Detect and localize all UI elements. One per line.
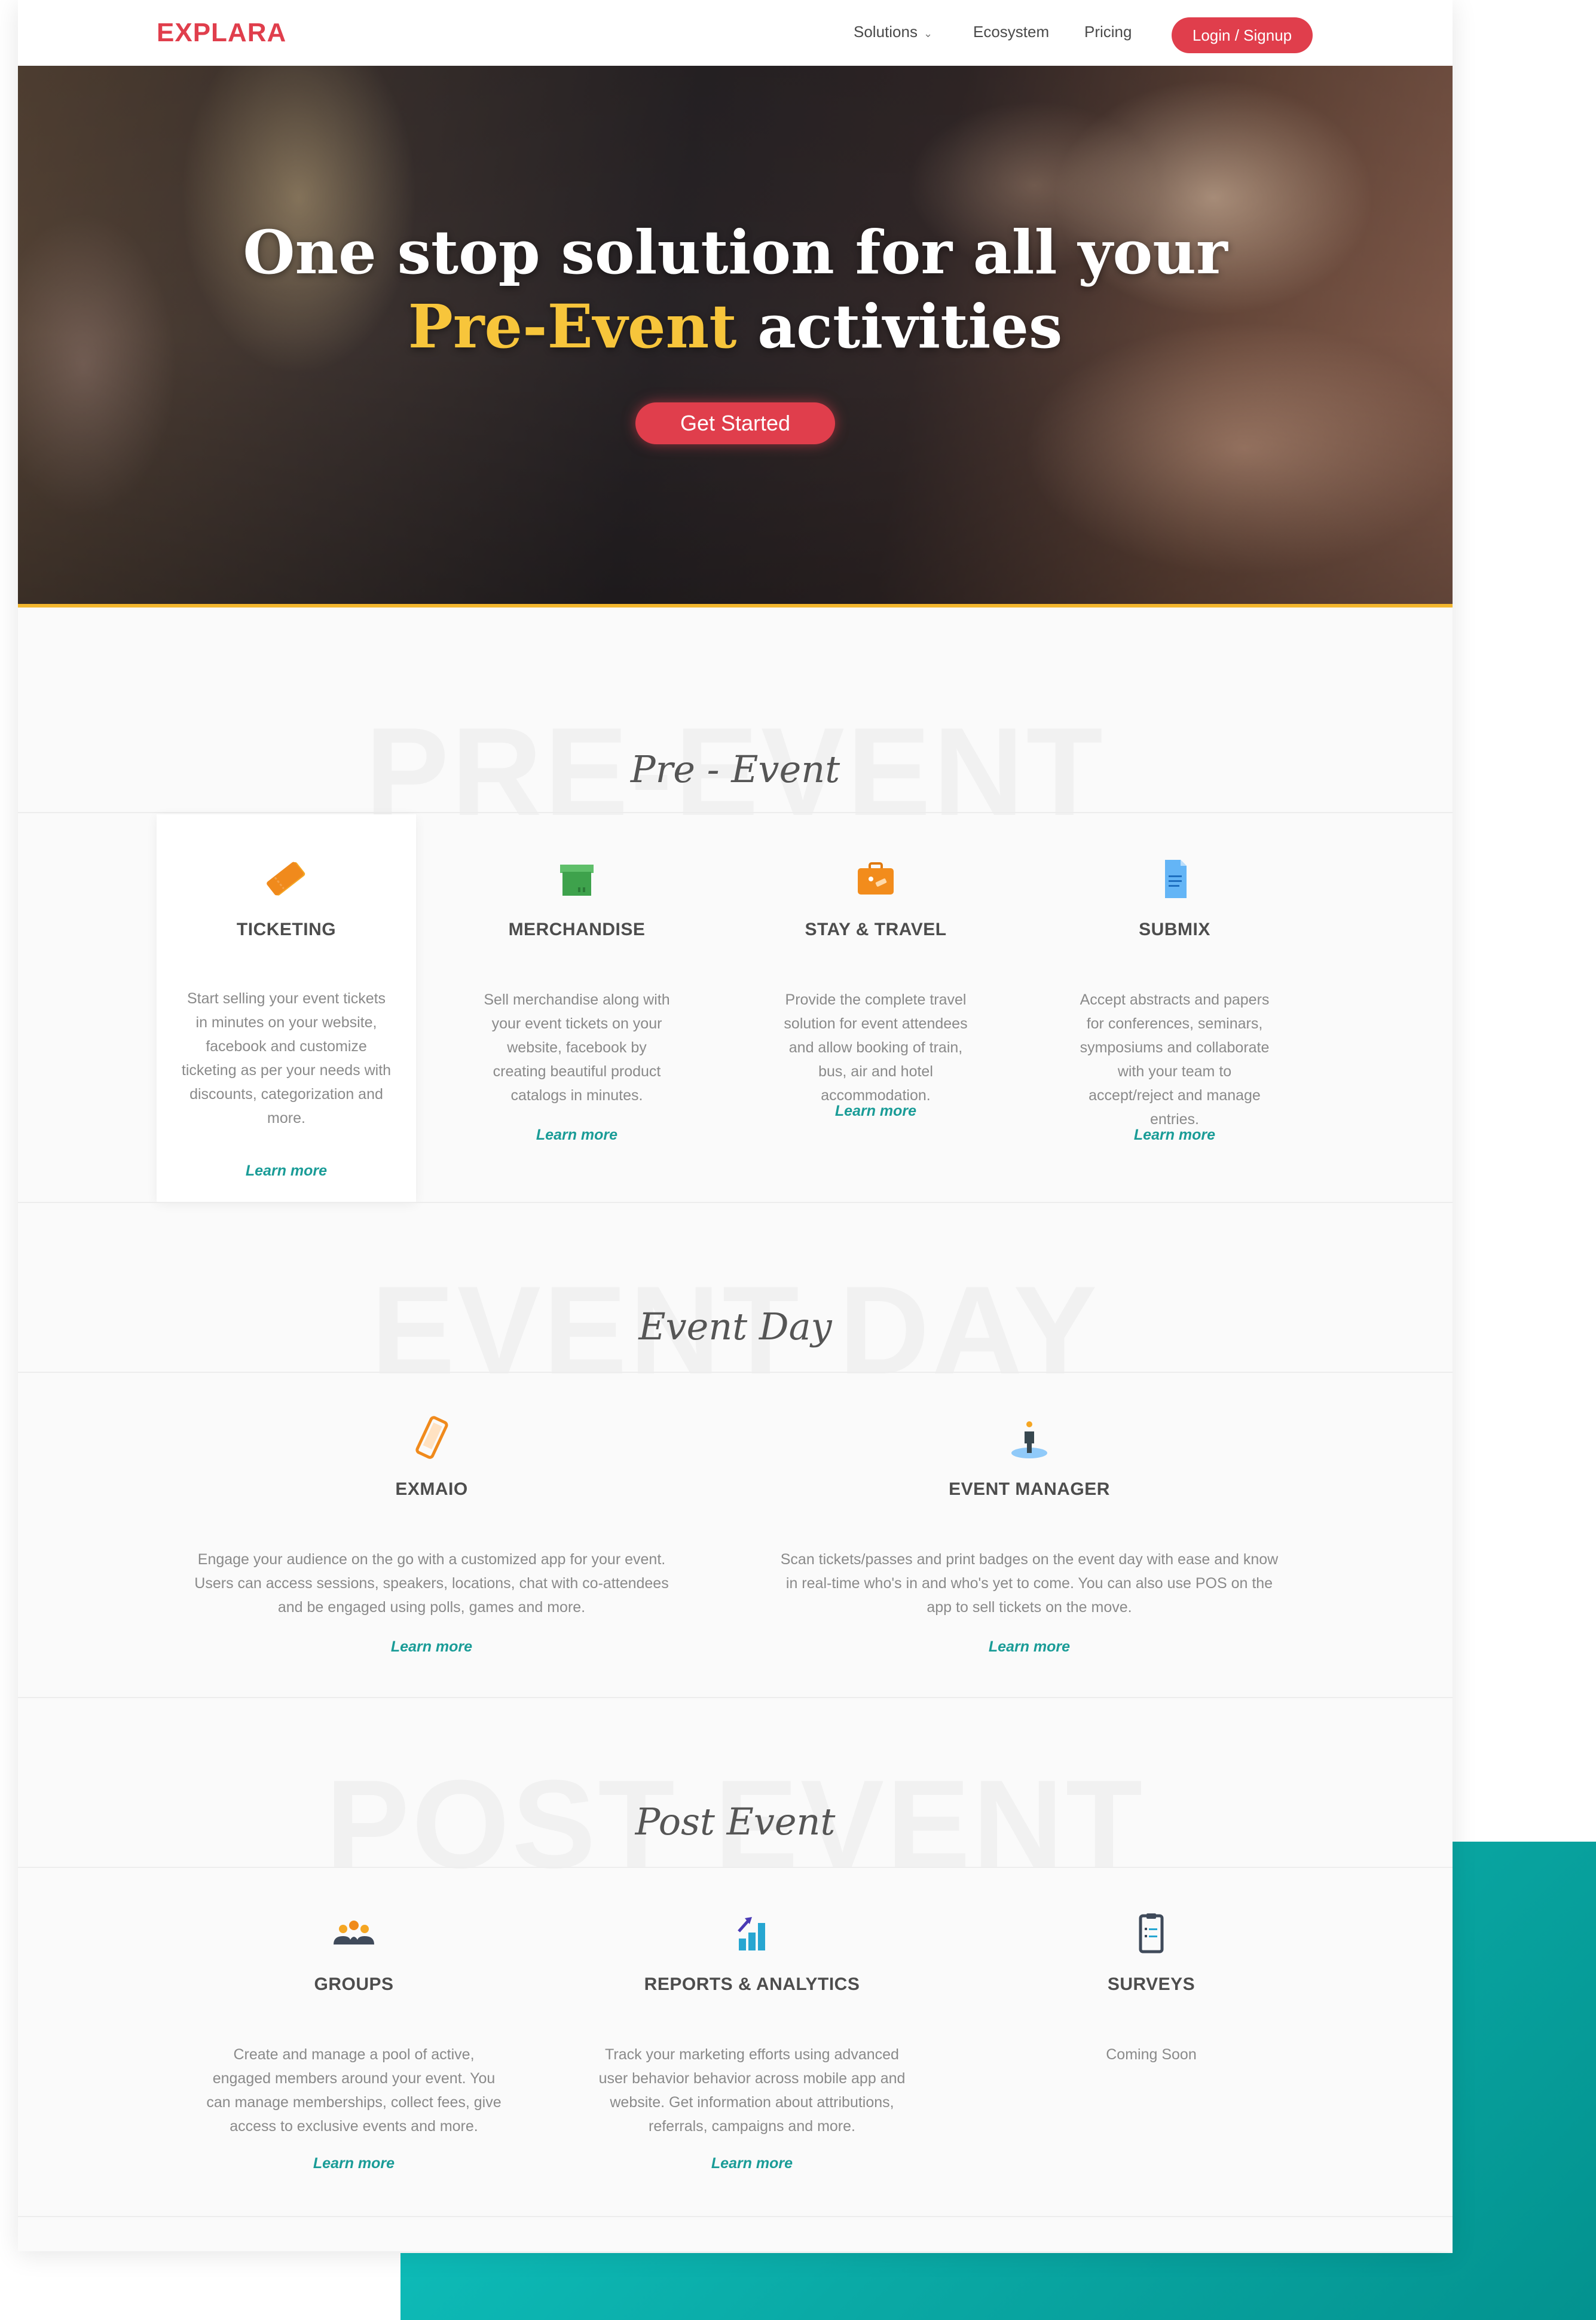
card-title: STAY & TRAVEL (805, 920, 947, 939)
divider (18, 1867, 1453, 1868)
learn-more-link[interactable]: Learn more (157, 1638, 707, 1656)
card-description: Track your marketing efforts using advan… (598, 2046, 906, 2135)
card-title: MERCHANDISE (508, 920, 646, 939)
pre-event-title: Pre - Event (630, 747, 840, 791)
divider (18, 1372, 1453, 1373)
person-icon (1011, 1421, 1047, 1458)
divider (18, 812, 1453, 813)
card-description: Engage your audience on the go with a cu… (194, 1551, 669, 1616)
event-manager-card[interactable]: EVENT MANAGER Scan tickets/passes and pr… (754, 1374, 1304, 1697)
bar-chart-icon (738, 1917, 765, 1950)
card-title: SURVEYS (1107, 1974, 1196, 1994)
divider (18, 1697, 1453, 1698)
card-title: EVENT MANAGER (949, 1479, 1110, 1499)
hero-highlight: Pre-Event (408, 291, 737, 362)
box-icon (560, 865, 594, 896)
learn-more-link[interactable]: Learn more (175, 2155, 533, 2172)
ticket-icon (267, 862, 305, 896)
post-event-title: Post Event (635, 1800, 836, 1843)
page-container: EXPLARA Solutions ⌄ Ecosystem Pricing Log… (18, 0, 1453, 2251)
learn-more-link[interactable]: Learn more (746, 1103, 1005, 1120)
card-title: EXMAIO (395, 1479, 468, 1499)
divider (18, 2216, 1453, 2217)
card-title: GROUPS (314, 1974, 394, 1994)
learn-more-link[interactable]: Learn more (447, 1127, 707, 1144)
exmaio-card[interactable]: EXMAIO Engage your audience on the go wi… (157, 1374, 707, 1697)
card-description: Sell merchandise along with your event t… (484, 991, 670, 1104)
learn-more-link[interactable]: Learn more (573, 2155, 931, 2172)
get-started-button[interactable]: Get Started (635, 402, 835, 444)
mobile-icon (415, 1416, 448, 1459)
hero-bottom-border (18, 604, 1453, 608)
groups-card[interactable]: GROUPS Create and manage a pool of activ… (175, 1869, 533, 2216)
reports-analytics-card[interactable]: REPORTS & ANALYTICS Track your marketing… (573, 1869, 931, 2216)
login-signup-button[interactable]: Login / Signup (1172, 17, 1313, 53)
navbar: EXPLARA Solutions ⌄ Ecosystem Pricing Log… (18, 0, 1453, 66)
submix-card[interactable]: SUBMIX Accept abstracts and papers for c… (1045, 814, 1304, 1202)
divider (18, 1202, 1453, 1203)
card-description: Scan tickets/passes and print badges on … (780, 1551, 1279, 1616)
hero-line-2-rest: activities (736, 291, 1063, 362)
nav-pricing[interactable]: Pricing (1084, 23, 1132, 41)
learn-more-link[interactable]: Learn more (1045, 1127, 1304, 1144)
nav-ecosystem[interactable]: Ecosystem (973, 23, 1049, 41)
card-description: Start selling your event tickets in minu… (181, 990, 392, 1127)
card-description: Provide the complete travel solution for… (784, 991, 968, 1104)
nav-solutions-label: Solutions (854, 23, 918, 41)
stay-travel-card[interactable]: STAY & TRAVEL Provide the complete trave… (746, 814, 1005, 1202)
hero-headline: One stop solution for all your Pre-Event… (18, 215, 1453, 364)
group-icon (334, 1921, 374, 1944)
clipboard-icon (1139, 1913, 1164, 1953)
merchandise-card[interactable]: MERCHANDISE Sell merchandise along with … (447, 814, 707, 1202)
suitcase-icon (858, 862, 894, 895)
card-title: REPORTS & ANALYTICS (644, 1974, 860, 1994)
explara-logo[interactable]: EXPLARA (157, 18, 286, 48)
hero-line-1: One stop solution for all your (243, 217, 1228, 288)
ticketing-card[interactable]: TICKETING Start selling your event ticke… (157, 814, 416, 1202)
card-description: Create and manage a pool of active, enga… (206, 2046, 502, 2135)
card-title: TICKETING (236, 920, 337, 939)
card-description: Accept abstracts and papers for conferen… (1080, 991, 1270, 1128)
hero-banner: One stop solution for all your Pre-Event… (18, 66, 1453, 604)
learn-more-link[interactable]: Learn more (157, 1162, 416, 1180)
document-icon (1165, 860, 1187, 898)
card-title: SUBMIX (1139, 920, 1210, 939)
hero-line-2: Pre-Event activities (18, 289, 1453, 364)
surveys-card: SURVEYS Coming Soon (972, 1869, 1331, 2216)
learn-more-link[interactable]: Learn more (754, 1638, 1304, 1656)
event-day-title: Event Day (638, 1305, 832, 1348)
coming-soon-text: Coming Soon (1106, 2046, 1197, 2063)
chevron-down-icon: ⌄ (923, 28, 933, 39)
nav-solutions[interactable]: Solutions ⌄ (854, 23, 932, 41)
